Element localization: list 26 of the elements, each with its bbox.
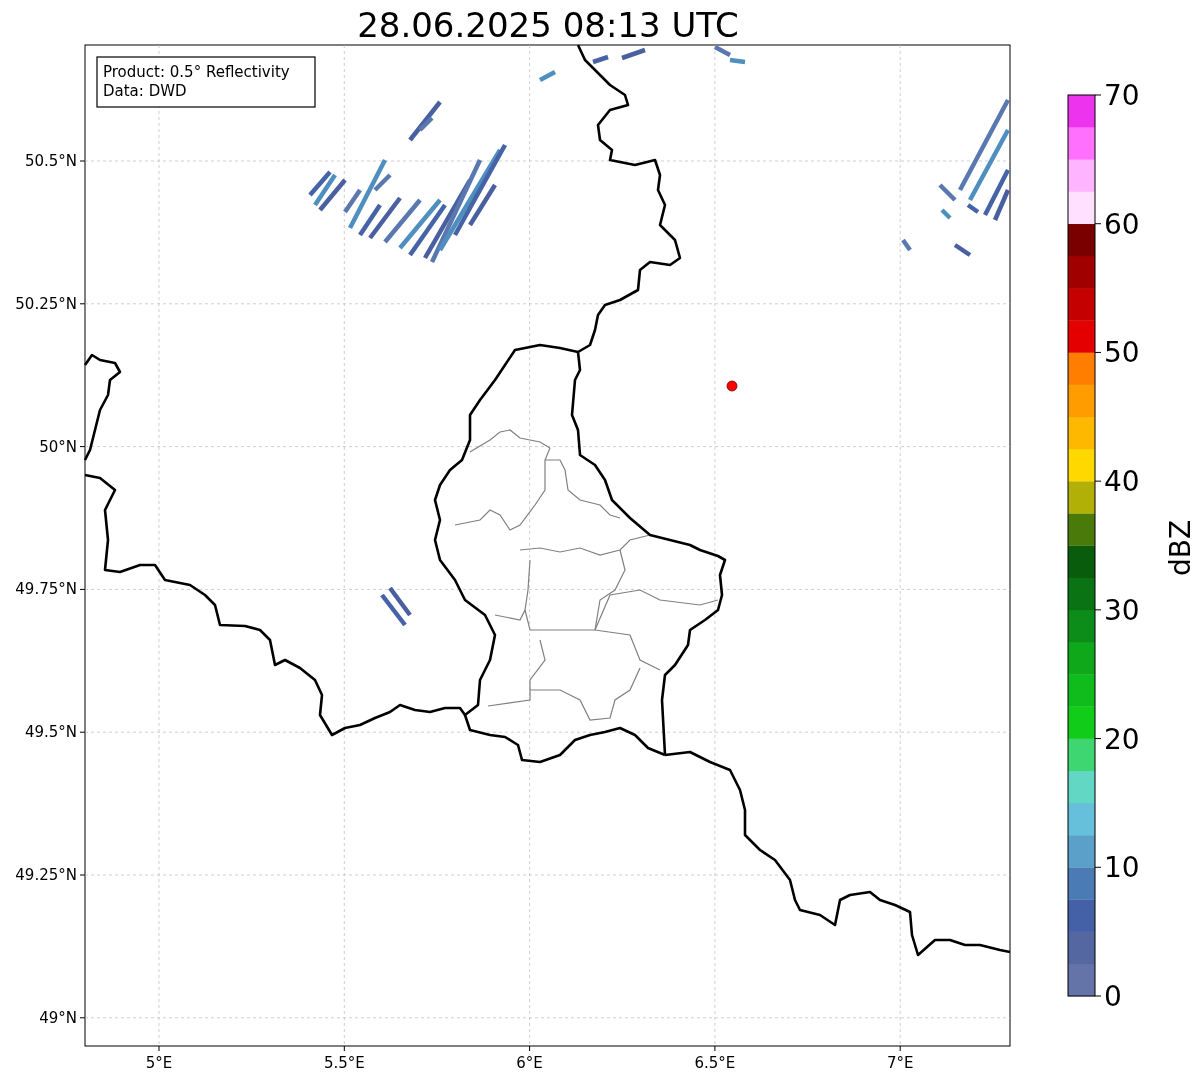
info-text: Product: 0.5° Reflectivity bbox=[103, 63, 290, 81]
axis-tick-label: 49°N bbox=[39, 1008, 77, 1027]
radar-echo bbox=[380, 586, 412, 627]
axis-tick-label: 6°E bbox=[516, 1054, 543, 1072]
colorbar-tick-label: 20 bbox=[1104, 722, 1140, 756]
colorbar-tick-label: 10 bbox=[1104, 851, 1140, 885]
axis-tick-label: 5.5°E bbox=[323, 1054, 365, 1072]
axis-tick-label: 49.25°N bbox=[15, 866, 77, 884]
axis-tick-label: 5°E bbox=[145, 1054, 173, 1072]
colorbar-tick-label: 0 bbox=[1104, 980, 1122, 1013]
colorbar-tick-label: 70 bbox=[1104, 79, 1140, 112]
axis-tick-label: 50.25°N bbox=[15, 294, 77, 313]
axis-tick-label: 7°E bbox=[886, 1054, 914, 1072]
radar-site-marker bbox=[726, 380, 738, 392]
colorbar-tick-label: 40 bbox=[1104, 465, 1140, 499]
axis-tick-label: 49.5°N bbox=[24, 723, 77, 742]
info-text: Data: DWD bbox=[103, 82, 187, 100]
colorbar-tick-label: 30 bbox=[1104, 593, 1140, 627]
axis-tick-label: 6.5°E bbox=[694, 1054, 736, 1072]
axis-tick-label: 50°N bbox=[39, 437, 77, 456]
colorbar-tick-label: 50 bbox=[1104, 336, 1140, 370]
axis-tick-label: 50.5°N bbox=[24, 152, 77, 170]
axis-tick-label: 49.75°N bbox=[15, 580, 77, 599]
figure-title: 28.06.2025 08:13 UTC bbox=[357, 5, 739, 45]
colorbar-label: dBZ bbox=[1164, 519, 1197, 577]
colorbar-tick-label: 60 bbox=[1104, 207, 1140, 241]
